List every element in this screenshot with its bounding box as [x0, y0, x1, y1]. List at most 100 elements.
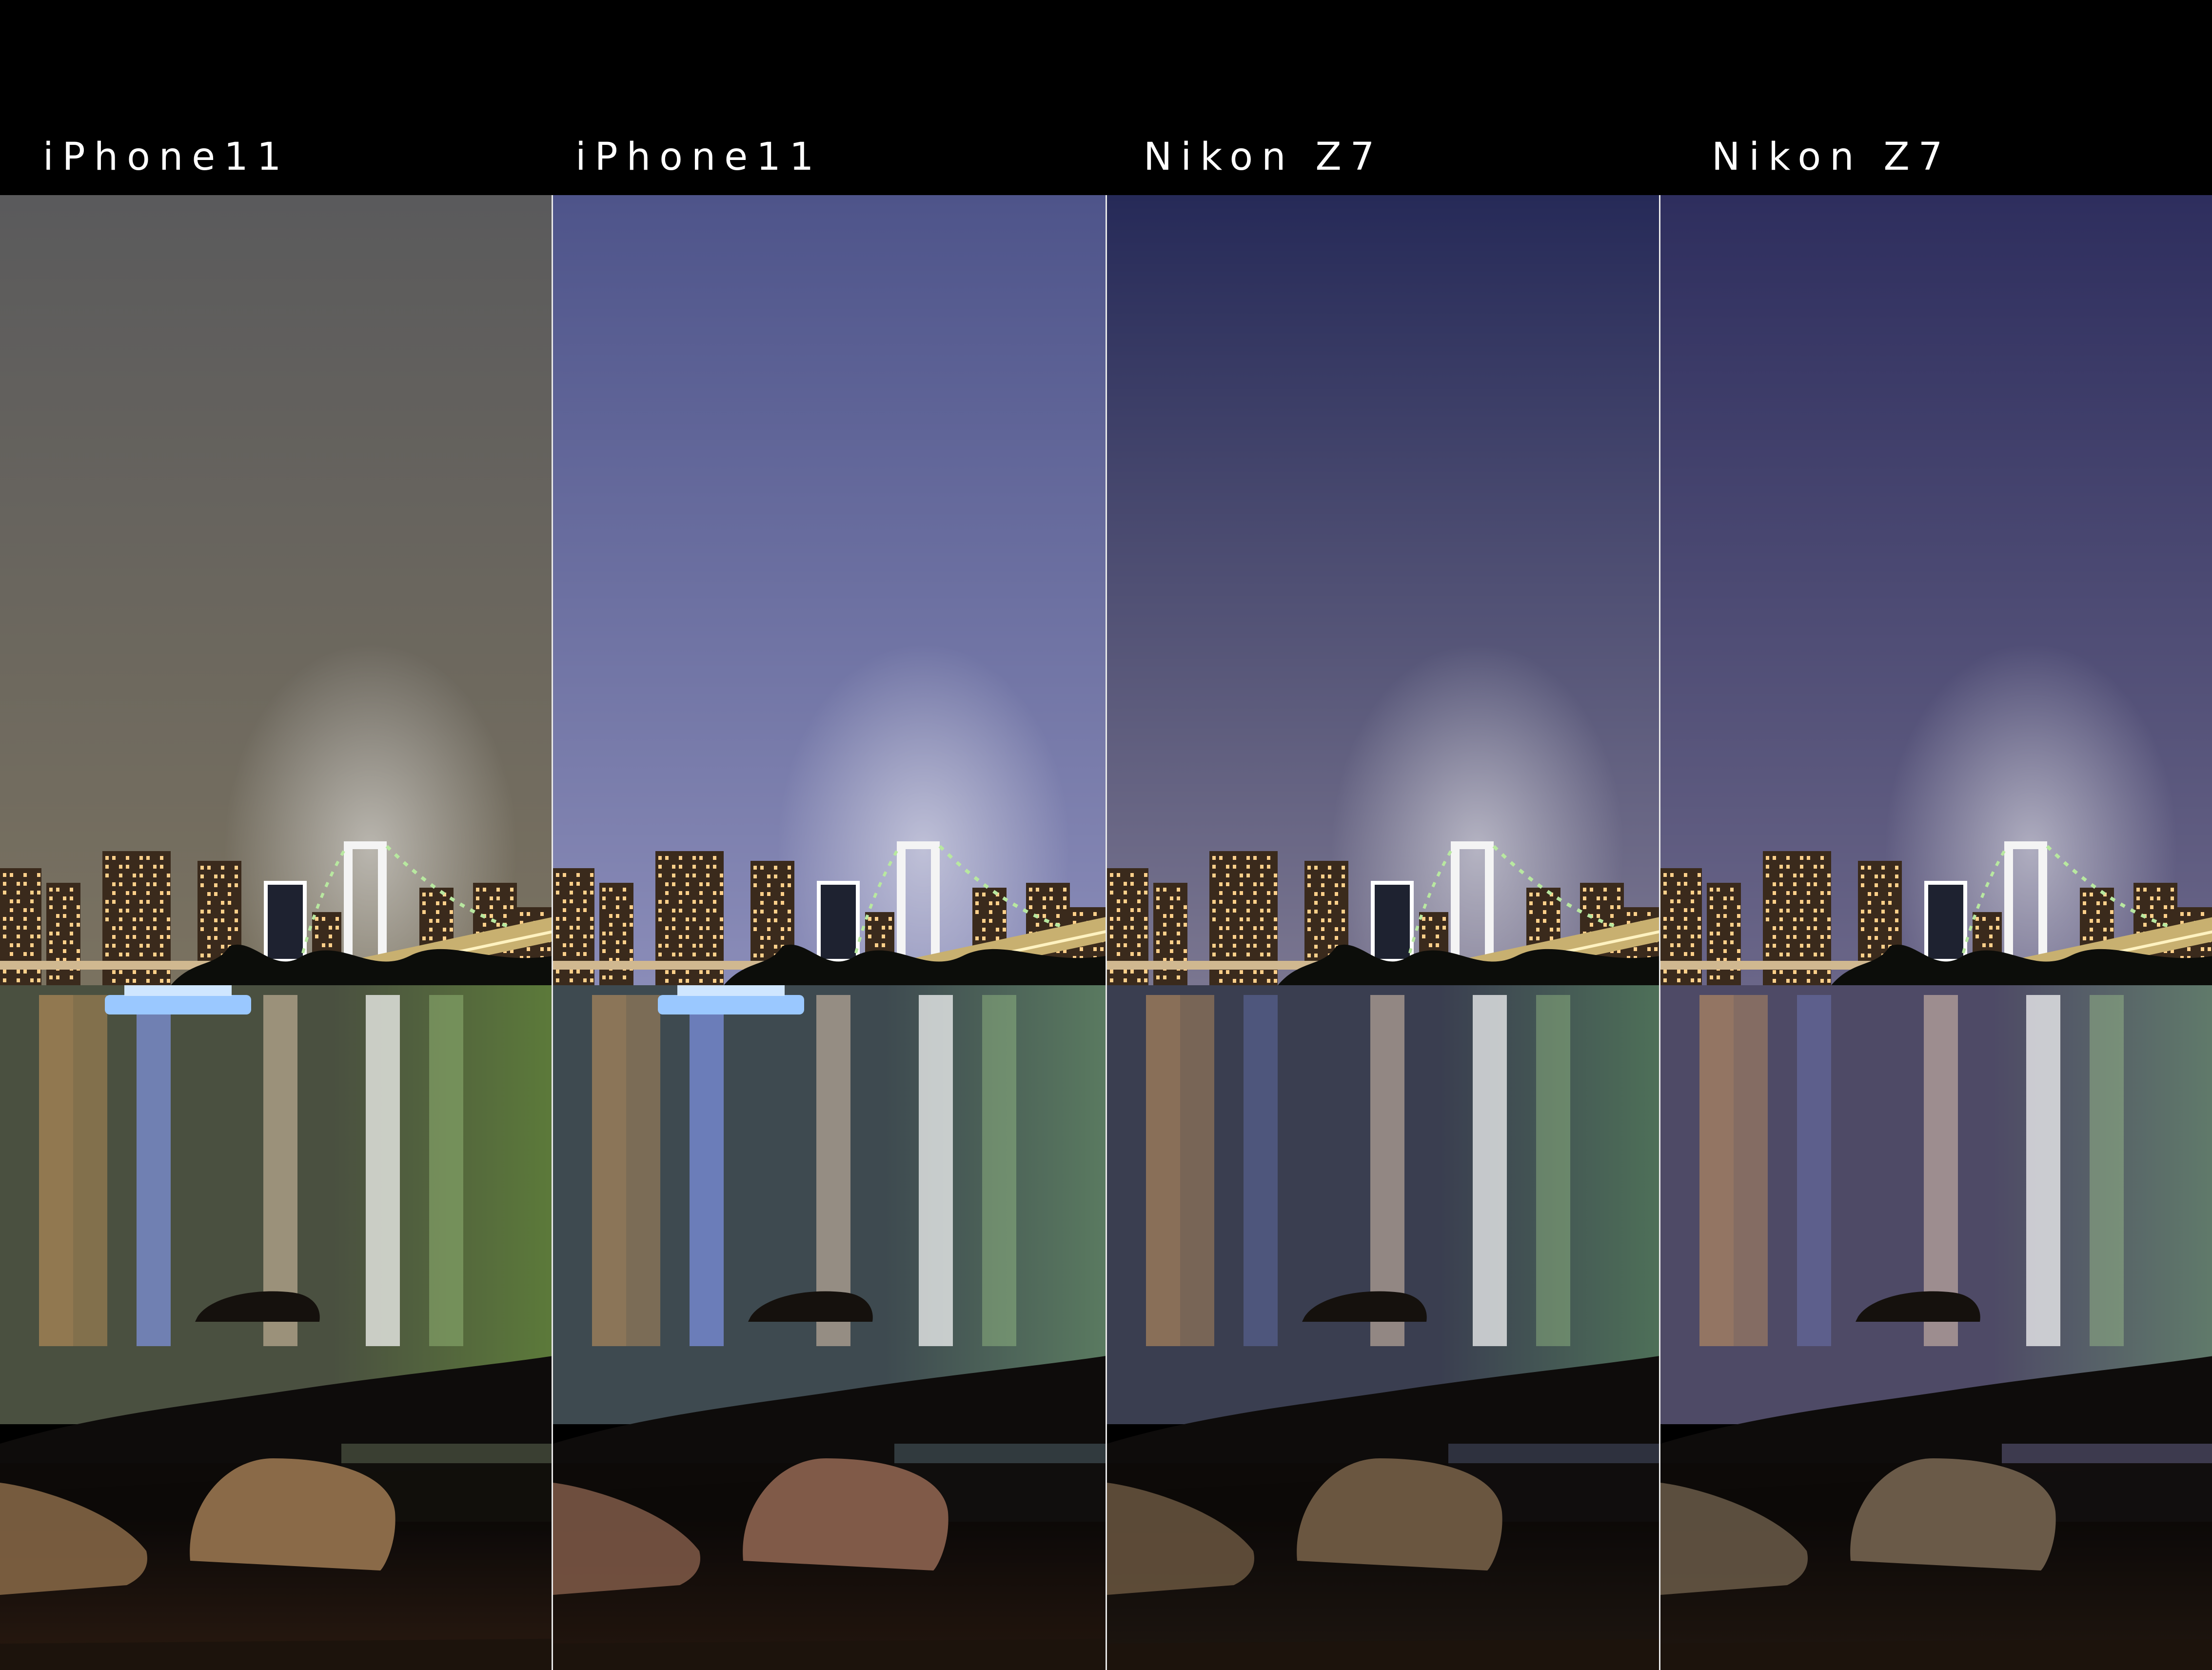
building-window-light — [1144, 970, 1147, 974]
building-window-light — [490, 896, 493, 900]
building-window-light — [1073, 912, 1076, 916]
building-window-light — [1888, 892, 1892, 896]
building-window-light — [153, 926, 157, 930]
building-window-light — [49, 905, 53, 909]
building-window-light — [228, 927, 231, 931]
building-window-light — [1177, 896, 1180, 900]
panel-divider — [1659, 195, 1660, 1670]
building-window-light — [570, 882, 573, 886]
building-window-light — [1049, 888, 1053, 892]
building-window-light — [2090, 893, 2093, 896]
building-window-light — [1156, 896, 1160, 900]
building-window-light — [658, 917, 662, 921]
building-window-light — [1219, 900, 1223, 904]
building-window-light — [774, 866, 777, 870]
building-window-light — [1274, 926, 1277, 930]
building-window-light — [17, 899, 20, 903]
building-window-light — [133, 882, 136, 886]
building-window-light — [1793, 882, 1797, 886]
building-window-light — [167, 891, 170, 895]
building-window-light — [1820, 865, 1824, 869]
building-window-light — [1861, 866, 1864, 870]
building-window-light — [1814, 865, 1817, 869]
building-window-light — [720, 917, 723, 921]
building-window-light — [1888, 927, 1892, 931]
building-window-light — [788, 883, 791, 887]
building-window-light — [1137, 891, 1141, 895]
building-window-light — [126, 891, 129, 895]
building-window-light — [556, 970, 559, 974]
building-window-light — [436, 919, 439, 923]
building-window-light — [2208, 947, 2211, 951]
building-window-light — [315, 934, 318, 938]
building-window-light — [1875, 936, 1878, 940]
building-window-light — [228, 936, 231, 940]
panel-divider — [1106, 195, 1107, 1670]
building-window-light — [23, 970, 27, 974]
building-window-light — [1274, 970, 1277, 974]
building-window-light — [1130, 917, 1134, 921]
building-window-light — [1156, 932, 1160, 935]
building-window-light — [1274, 874, 1277, 877]
building-window-light — [1130, 970, 1134, 974]
caption-header: iPhone11 ISO640(無加工) F1.8 SS1/4秒 iPhone1… — [0, 0, 2212, 530]
building-window-light — [590, 926, 593, 930]
building-window-light — [753, 927, 757, 931]
building-window-light — [235, 927, 238, 931]
building-window-light — [1080, 947, 1083, 951]
building-window-light — [1226, 970, 1229, 974]
building-window-light — [556, 926, 559, 930]
building-window-light — [2090, 919, 2093, 923]
building-window-light — [1698, 934, 1701, 938]
building-window-light — [1820, 909, 1824, 913]
building-window-light — [49, 932, 53, 935]
building-window-light — [63, 940, 66, 944]
building-window-light — [2157, 923, 2160, 927]
building-window-light — [1677, 926, 1680, 930]
building-window-light — [1820, 953, 1824, 956]
building-window-light — [1130, 873, 1134, 877]
building-window-light — [602, 896, 606, 900]
building-window-light — [1124, 899, 1127, 903]
building-window-light — [692, 900, 696, 904]
building-window-light — [713, 979, 716, 983]
building-window-light — [1875, 883, 1878, 887]
building-window-light — [1246, 874, 1250, 877]
building-window-light — [1881, 910, 1885, 914]
building-window-light — [221, 910, 224, 914]
building-window-light — [576, 917, 580, 921]
building-window-light — [623, 940, 626, 944]
building-window-light — [1080, 912, 1083, 916]
building-window-light — [540, 947, 544, 951]
building-window-light — [1307, 927, 1311, 931]
building-window-light — [1603, 888, 1607, 892]
building-window-light — [576, 908, 580, 912]
building-window-light — [1820, 944, 1824, 948]
photo-scene — [0, 195, 552, 1670]
building-window-light — [139, 909, 143, 913]
building-window-light — [556, 917, 559, 921]
building-window-light — [1246, 917, 1250, 921]
tour-boat-cabin — [124, 985, 232, 996]
building-window-light — [1814, 917, 1817, 921]
building-window-light — [2150, 905, 2153, 909]
building-window-light — [1314, 901, 1318, 905]
building-window-light — [1827, 882, 1831, 886]
building-window-light — [2187, 912, 2191, 916]
building-window-light — [1233, 944, 1236, 948]
building-window-light — [70, 932, 73, 935]
building-window-light — [1184, 949, 1187, 953]
building-window-light — [329, 926, 332, 930]
building-window-light — [989, 919, 992, 923]
building-window-light — [77, 914, 80, 918]
building-window-light — [982, 936, 986, 940]
building-window-light — [753, 918, 757, 922]
light-reflection — [919, 995, 953, 1346]
building-window-light — [63, 949, 66, 953]
framed-building — [1924, 881, 1967, 963]
building-window-light — [996, 901, 999, 905]
building-window-light — [160, 909, 163, 913]
building-window-light — [1240, 935, 1243, 939]
building-window-light — [1267, 891, 1270, 895]
building-window-light — [1868, 910, 1871, 914]
